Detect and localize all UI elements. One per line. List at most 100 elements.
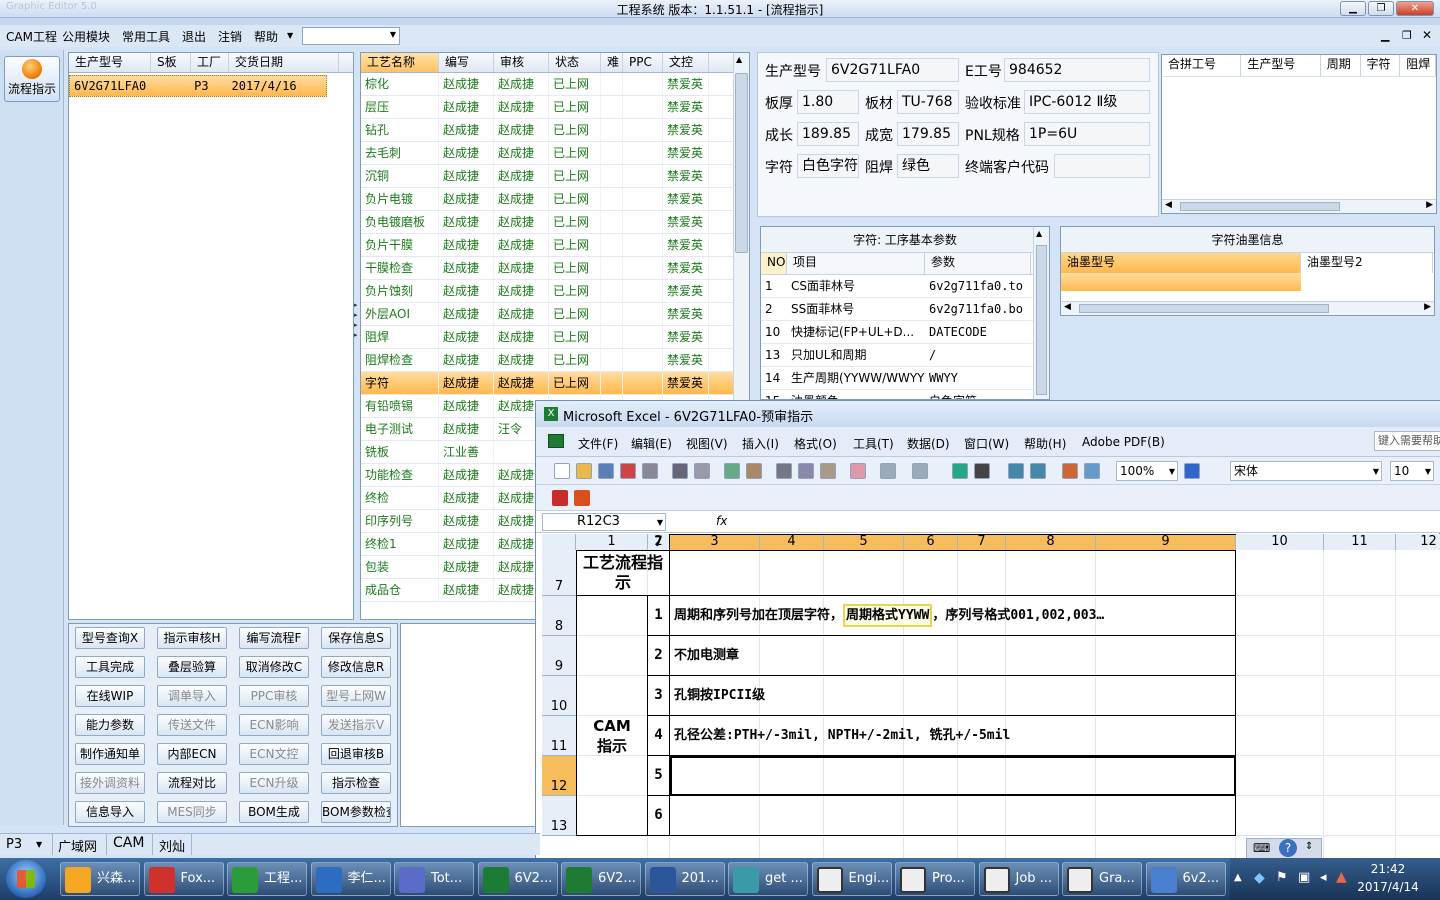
params-scroll-thumb[interactable]	[1036, 245, 1047, 395]
excel-menu-item[interactable]: 帮助(H)	[1024, 435, 1066, 452]
item-number-cell[interactable]: 3	[648, 676, 670, 716]
char-field[interactable]: 白色字符	[797, 154, 859, 178]
params-row[interactable]: 13 只加UL和周期 /	[761, 344, 1049, 367]
menu-cam[interactable]: CAM工程	[6, 28, 57, 45]
drawing-icon[interactable]	[1084, 463, 1100, 479]
item-text-cell[interactable]: 孔径公差:PTH+/-3mil, NPTH+/-2mil, 铣孔+/-5mil	[670, 716, 1236, 756]
process-row[interactable]: 外层AOI 赵成捷 赵成捷 已上网 禁爱英	[361, 303, 749, 326]
row-header[interactable]: 8	[542, 596, 576, 636]
size-combo[interactable]: 10 ▼	[1390, 461, 1434, 481]
fx-icon[interactable]: fx	[716, 514, 727, 528]
excel-menu-item[interactable]: 视图(V)	[686, 435, 728, 452]
process-row[interactable]: 棕化 赵成捷 赵成捷 已上网 禁爱英	[361, 73, 749, 96]
tray-expand-icon[interactable]: ▲	[1234, 872, 1242, 883]
item-number-cell[interactable]: 2	[648, 636, 670, 676]
item-number-cell[interactable]: 7	[648, 534, 670, 551]
taskbar-item[interactable]: 6v2...	[1145, 862, 1226, 896]
excel-doc-icon[interactable]	[548, 434, 564, 448]
merge-col-cycle[interactable]: 周期	[1321, 55, 1361, 76]
action-button[interactable]: ECN影响	[239, 714, 309, 736]
process-title-cell[interactable]: 工艺流程指示	[576, 550, 670, 596]
len-field[interactable]: 189.85	[797, 122, 859, 146]
sum-icon[interactable]	[974, 463, 990, 479]
ink-hscroll[interactable]: ◀ ▶	[1061, 301, 1434, 315]
taskbar-item[interactable]: Engi...	[811, 862, 892, 896]
paste-icon[interactable]	[820, 463, 836, 479]
action-button[interactable]: 叠层验算	[157, 656, 227, 678]
excel-menu-item[interactable]: 插入(I)	[742, 435, 779, 452]
excel-menu-item[interactable]: 窗口(W)	[964, 435, 1009, 452]
action-button[interactable]: 编写流程F	[239, 627, 309, 649]
help-circle-icon[interactable]: ?	[1279, 839, 1297, 857]
taskbar-item[interactable]: 李仁...	[310, 862, 391, 896]
taskbar-item[interactable]: Fox...	[143, 862, 224, 896]
column-header[interactable]: 5	[824, 534, 904, 550]
ink-row[interactable]	[1061, 273, 1301, 291]
action-button[interactable]: 制作通知单	[75, 743, 145, 765]
item-number-cell[interactable]: 4	[648, 716, 670, 756]
action-button[interactable]: 传送文件	[157, 714, 227, 736]
action-button[interactable]: 流程对比	[157, 772, 227, 794]
action-button[interactable]: MES同步	[157, 801, 227, 823]
process-row[interactable]: 干膜检查 赵成捷 赵成捷 已上网 禁爱英	[361, 257, 749, 280]
row-header[interactable]: 13	[542, 796, 576, 836]
redo-icon[interactable]	[912, 463, 928, 479]
action-button[interactable]: 在线WIP	[75, 685, 145, 707]
process-row[interactable]: 去毛刺 赵成捷 赵成捷 已上网 禁爱英	[361, 142, 749, 165]
taskbar-item[interactable]: 6V2...	[477, 862, 558, 896]
item-text-cell[interactable]: 孔铜按IPCII级	[670, 676, 1236, 716]
action-button[interactable]: PPC审核	[239, 685, 309, 707]
item-text-cell[interactable]	[670, 534, 1236, 535]
font-combo[interactable]: 宋体 ▼	[1230, 461, 1382, 481]
excel-menu-item[interactable]: 工具(T)	[853, 435, 894, 452]
mask-field[interactable]: 绿色	[897, 154, 959, 178]
params-scrollbar[interactable]: ▲	[1033, 227, 1049, 399]
action-button[interactable]: ECN文控	[239, 743, 309, 765]
action-button[interactable]: 能力参数	[75, 714, 145, 736]
title-blank-cell[interactable]	[670, 550, 1236, 596]
top-combo[interactable]: ▼	[302, 27, 400, 45]
column-header[interactable]: 4	[760, 534, 824, 550]
params-scroll-up-icon[interactable]: ▲	[1036, 229, 1042, 238]
item-text-cell[interactable]	[670, 796, 1236, 836]
row-header[interactable]: 7	[542, 550, 576, 596]
scroll-up-icon[interactable]: ▲	[736, 55, 742, 64]
customer-field[interactable]	[1054, 154, 1150, 178]
menu-tools[interactable]: 常用工具	[122, 28, 170, 45]
process-row[interactable]: 沉铜 赵成捷 赵成捷 已上网 禁爱英	[361, 165, 749, 188]
column-header[interactable]: 7	[958, 534, 1006, 550]
research-icon[interactable]	[746, 463, 762, 479]
process-row[interactable]: 字符 赵成捷 赵成捷 已上网 禁爱英	[361, 372, 749, 395]
menu-public[interactable]: 公用模块	[62, 28, 110, 45]
zoom-combo[interactable]: 100% ▼	[1116, 461, 1178, 481]
excel-help-input[interactable]: 键入需要帮助	[1374, 431, 1440, 451]
action-button[interactable]: 工具完成	[75, 656, 145, 678]
process-row[interactable]: 负电镀磨板 赵成捷 赵成捷 已上网 禁爱英	[361, 211, 749, 234]
cam-indicate-cell[interactable]: CAM指示	[576, 596, 648, 836]
params-col-no[interactable]: NO	[761, 253, 787, 274]
tray-network-icon[interactable]: ▣	[1298, 870, 1310, 885]
pnl-field[interactable]: 1P=6U	[1024, 122, 1150, 146]
process-col-3[interactable]: 状态	[549, 53, 601, 72]
ink-col-type2[interactable]: 油墨型号2	[1301, 253, 1433, 273]
column-header[interactable]: 6	[904, 534, 958, 550]
sort-desc-icon[interactable]	[1030, 463, 1046, 479]
ink-scroll-left-icon[interactable]: ◀	[1064, 302, 1071, 312]
process-row[interactable]: 负片干膜 赵成捷 赵成捷 已上网 禁爱英	[361, 234, 749, 257]
print-icon[interactable]	[672, 463, 688, 479]
item-number-cell[interactable]: 5	[648, 756, 670, 796]
taskbar-item[interactable]: 兴森...	[60, 862, 140, 896]
column-header[interactable]: 8	[1006, 534, 1096, 550]
help-icon[interactable]	[1184, 463, 1200, 479]
col-sboard[interactable]: S板	[151, 53, 191, 72]
hscroll-right-icon[interactable]: ▶	[1426, 200, 1433, 210]
item-text-cell[interactable]	[670, 756, 1236, 796]
scroll-thumb[interactable]	[735, 73, 748, 253]
params-row[interactable]: 1 CS面菲林号 6v2g711fa0.to	[761, 275, 1049, 298]
menu-help[interactable]: 帮助	[254, 28, 278, 45]
minimize-button[interactable]: ▁	[1340, 1, 1366, 16]
column-header[interactable]: 1	[576, 534, 648, 550]
factory-status[interactable]: P3	[6, 837, 22, 852]
item-text-cell[interactable]: 不加电测章	[670, 636, 1236, 676]
clock-time[interactable]: 21:42	[1358, 862, 1418, 876]
